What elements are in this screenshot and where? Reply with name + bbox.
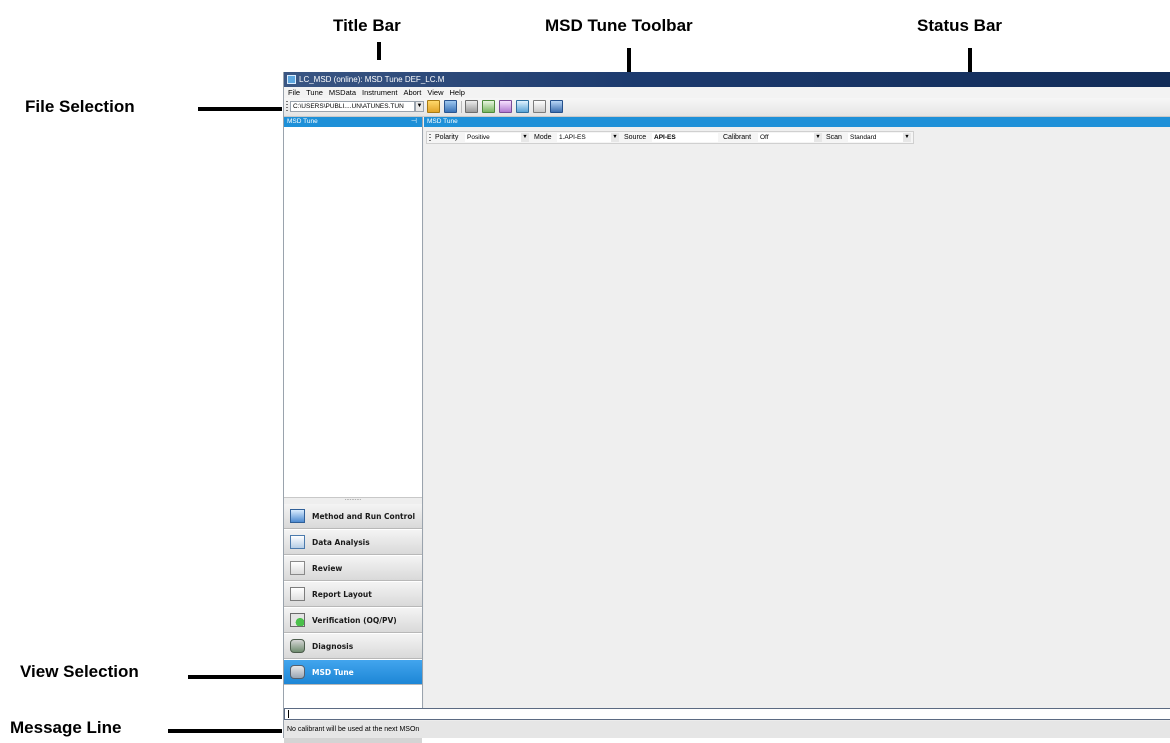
calibrant-label: Calibrant xyxy=(723,134,752,141)
nav-msd-tune[interactable]: MSD Tune xyxy=(284,660,422,685)
main-content: MSD Tune Polarity Positive ▼ Mode 1.API-… xyxy=(424,117,1170,710)
toolbar-separator xyxy=(461,101,462,113)
calibrant-dropdown-arrow-icon[interactable]: ▼ xyxy=(814,133,822,142)
nav-label: Verification (OQ/PV) xyxy=(312,616,397,625)
report-layout-icon xyxy=(290,587,305,601)
source-label: Source xyxy=(624,134,647,141)
navigation-panel: MSD Tune ⊣ .......... Method and Run Con… xyxy=(284,117,423,743)
save-icon[interactable] xyxy=(550,100,563,113)
nav-label: Review xyxy=(312,564,343,573)
scan-dropdown-arrow-icon[interactable]: ▼ xyxy=(903,133,911,142)
application-window: LC_MSD (online): MSD Tune DEF_LC.M File T… xyxy=(283,72,1170,743)
open-folder-icon[interactable] xyxy=(427,100,440,113)
callout-view-selection-pointer xyxy=(188,675,282,679)
tune-file-selector[interactable]: C:\USERS\PUBLI....UN\ATUNES.TUN xyxy=(290,101,415,112)
message-line: No calibrant will be used at the next MS… xyxy=(284,721,1170,738)
text-caret xyxy=(288,710,289,718)
menu-msdata[interactable]: MSData xyxy=(326,87,359,98)
mode-label: Mode xyxy=(534,134,552,141)
nav-label: MSD Tune xyxy=(312,668,354,677)
callout-msd-tune-toolbar: MSD Tune Toolbar xyxy=(545,16,693,35)
polarity-select[interactable]: Positive xyxy=(465,133,521,142)
diagnosis-icon xyxy=(290,639,305,653)
nav-label: Method and Run Control xyxy=(312,512,416,521)
msd-tune-toolbar: C:\USERS\PUBLI....UN\ATUNES.TUN ▼ xyxy=(284,98,1170,117)
verification-icon xyxy=(290,613,305,627)
tune-parameters-icon[interactable] xyxy=(533,100,546,113)
scan-label: Scan xyxy=(826,134,842,141)
callout-file-selection: File Selection xyxy=(25,97,135,116)
method-run-control-icon xyxy=(290,509,305,523)
callout-title-bar: Title Bar xyxy=(333,16,401,35)
application-icon xyxy=(287,75,296,84)
command-input[interactable] xyxy=(284,708,1170,720)
nav-review[interactable]: Review xyxy=(284,556,422,581)
tune-report-icon[interactable] xyxy=(482,100,495,113)
mode-dropdown-arrow-icon[interactable]: ▼ xyxy=(611,133,619,142)
callout-view-selection: View Selection xyxy=(20,662,139,681)
nav-label: Data Analysis xyxy=(312,538,370,547)
nav-verification[interactable]: Verification (OQ/PV) xyxy=(284,608,422,633)
nav-label: Report Layout xyxy=(312,590,372,599)
callout-message-line-pointer xyxy=(168,729,282,733)
review-icon xyxy=(290,561,305,575)
nav-report-layout[interactable]: Report Layout xyxy=(284,582,422,607)
source-value: API-ES xyxy=(652,133,718,142)
menu-instrument[interactable]: Instrument xyxy=(359,87,400,98)
content-title: MSD Tune xyxy=(427,118,458,125)
menu-help[interactable]: Help xyxy=(447,87,468,98)
navigation-panel-header: MSD Tune ⊣ xyxy=(284,117,422,127)
save-as-icon[interactable] xyxy=(444,100,457,113)
file-dropdown-arrow-icon[interactable]: ▼ xyxy=(415,101,424,112)
menu-file[interactable]: File xyxy=(284,87,303,98)
window-title: LC_MSD (online): MSD Tune DEF_LC.M xyxy=(299,75,445,84)
print-icon[interactable] xyxy=(465,100,478,113)
menu-abort[interactable]: Abort xyxy=(400,87,424,98)
menu-bar: File Tune MSData Instrument Abort View Help xyxy=(284,87,1170,98)
content-header: MSD Tune xyxy=(424,117,1170,127)
calibrant-select[interactable]: Off xyxy=(758,133,814,142)
callout-status-bar: Status Bar xyxy=(917,16,1003,35)
polarity-dropdown-arrow-icon[interactable]: ▼ xyxy=(521,133,529,142)
title-bar[interactable]: LC_MSD (online): MSD Tune DEF_LC.M xyxy=(284,72,1170,87)
callout-title-bar-pointer xyxy=(377,42,381,60)
data-analysis-icon xyxy=(290,535,305,549)
tune-status-bar: Polarity Positive ▼ Mode 1.API-ES ▼ Sour… xyxy=(426,131,914,144)
splitter-grip: .......... xyxy=(344,496,362,502)
nav-diagnosis[interactable]: Diagnosis xyxy=(284,634,422,659)
menu-view[interactable]: View xyxy=(424,87,446,98)
pin-icon[interactable]: ⊣ xyxy=(411,117,417,127)
toolbar-grip[interactable] xyxy=(286,101,288,113)
status-bar-grip[interactable] xyxy=(429,134,431,142)
nav-method-and-run-control[interactable]: Method and Run Control xyxy=(284,504,422,529)
callout-file-selection-pointer xyxy=(198,107,282,111)
callout-message-line: Message Line xyxy=(10,718,122,737)
nav-label: Diagnosis xyxy=(312,642,354,651)
nav-data-analysis[interactable]: Data Analysis xyxy=(284,530,422,555)
menu-tune[interactable]: Tune xyxy=(303,87,326,98)
mode-select[interactable]: 1.API-ES xyxy=(557,133,611,142)
navigation-panel-title: MSD Tune xyxy=(287,118,318,125)
autotune-icon[interactable] xyxy=(516,100,529,113)
tune-profile-icon[interactable] xyxy=(499,100,512,113)
scan-select[interactable]: Standard xyxy=(848,133,903,142)
polarity-label: Polarity xyxy=(435,134,459,141)
msd-tune-icon xyxy=(290,665,305,679)
